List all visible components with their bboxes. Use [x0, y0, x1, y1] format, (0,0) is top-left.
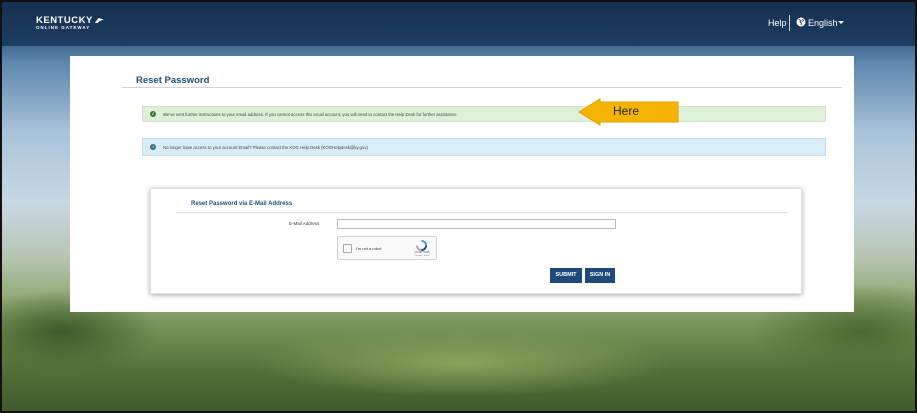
recaptcha-widget: I'm not a robot reCAPTCHA Privacy - Term… [337, 236, 437, 260]
recaptcha-label: I'm not a robot [356, 246, 382, 251]
logo-text: KENTUCKY [36, 15, 93, 26]
here-callout-text: Here [613, 104, 640, 118]
help-link[interactable]: Help [768, 18, 787, 28]
info-circle-icon: i [150, 144, 156, 150]
email-label: E-Mail Address [289, 221, 320, 226]
chevron-down-icon[interactable] [838, 21, 844, 24]
logo-subtext: ONLINE GATEWAY [36, 25, 91, 30]
title-divider [122, 87, 842, 88]
page-title: Reset Password [136, 75, 210, 86]
info-alert-text: No longer have access to your account Em… [163, 144, 368, 150]
recaptcha-logo-icon [416, 240, 427, 251]
form-title: Reset Password via E-Mail Address [191, 201, 293, 207]
header-divider [789, 15, 790, 31]
language-selector[interactable]: English [808, 18, 838, 28]
check-circle-icon: ✓ [150, 111, 156, 117]
success-alert-text: We've sent further instructions to your … [163, 111, 458, 117]
logo-bird-icon [94, 18, 104, 23]
recaptcha-checkbox[interactable] [343, 244, 352, 253]
success-alert: ✓ We've sent further instructions to you… [142, 106, 826, 122]
globe-icon [796, 17, 806, 27]
form-divider [176, 212, 788, 213]
sign-in-button[interactable]: SIGN IN [585, 268, 615, 283]
kentucky-logo[interactable]: KENTUCKY ONLINE GATEWAY [36, 16, 104, 31]
submit-button[interactable]: SUBMIT [550, 268, 582, 283]
info-alert: i No longer have access to your account … [142, 138, 826, 156]
email-input[interactable] [337, 219, 616, 229]
recaptcha-terms-link[interactable]: Privacy - Terms [409, 255, 435, 257]
